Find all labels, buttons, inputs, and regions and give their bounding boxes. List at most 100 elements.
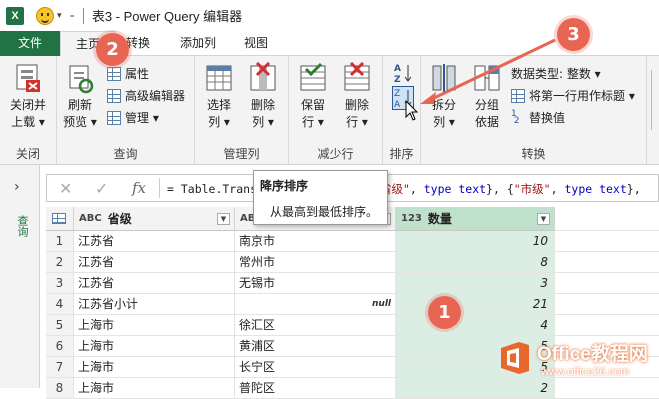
confirm-formula-icon[interactable]: ✓ <box>95 179 108 198</box>
filter-dropdown-count[interactable]: ▼ <box>537 213 550 225</box>
cell-province[interactable]: 上海市 <box>74 378 235 399</box>
group-by-button[interactable]: 分组 依据 <box>467 62 507 131</box>
sort-descending-tooltip: 降序排序 从最高到最低排序。 <box>253 170 388 225</box>
cell-province[interactable]: 江苏省小计 <box>74 294 235 315</box>
cancel-formula-icon[interactable]: ✕ <box>59 179 72 198</box>
table-row[interactable]: 1 江苏省 南京市 10 <box>46 231 659 252</box>
cell-province[interactable]: 上海市 <box>74 315 235 336</box>
cell-count[interactable]: 4 <box>396 315 555 336</box>
number-type-icon[interactable]: 123 <box>401 213 422 224</box>
split-column-icon <box>429 62 459 94</box>
keep-rows-label-2: 行 <box>302 115 315 129</box>
manage-button[interactable]: 管理 ▾ <box>107 108 159 128</box>
formula-text[interactable]: = Table.Trans "省级", type text}, {"市级", ty… <box>167 181 641 197</box>
callout-badge-2: 2 <box>96 33 129 66</box>
close-and-load-button[interactable]: 关闭并 上载 ▾ <box>5 62 51 131</box>
cell-count[interactable]: 8 <box>396 252 555 273</box>
sort-ascending-button[interactable]: AZ <box>393 62 413 85</box>
feedback-caret-icon[interactable]: ▾ <box>57 11 62 21</box>
watermark-name: Office教程网 <box>537 344 648 365</box>
row-number: 7 <box>46 357 74 378</box>
query-group-label: 查询 <box>113 147 138 161</box>
cell-province[interactable]: 江苏省 <box>74 231 235 252</box>
function-icon[interactable]: fx <box>132 179 146 197</box>
cell-city[interactable]: 常州市 <box>235 252 396 273</box>
formula-comma-1: , <box>409 182 424 196</box>
choose-columns-button[interactable]: 选择 列 ▾ <box>199 62 239 131</box>
table-corner-menu[interactable] <box>46 207 74 231</box>
tab-file[interactable]: 文件 <box>0 31 60 56</box>
first-row-headers-icon <box>511 89 525 103</box>
reduce-rows-group-label: 减少行 <box>317 147 354 161</box>
cell-city[interactable]: null <box>235 294 396 315</box>
column-name-province: 省级 <box>107 212 132 226</box>
formula-type-1: type text <box>423 182 487 196</box>
cell-province[interactable]: 上海市 <box>74 357 235 378</box>
remove-rows-label-2: 行 <box>346 115 359 129</box>
tab-add-column[interactable]: 添加列 <box>170 31 226 56</box>
sort-descending-button[interactable]: ZA <box>392 86 414 110</box>
remove-cols-label-1: 删除 <box>250 98 275 112</box>
column-header-count[interactable]: 123 数量 ▼ <box>396 207 555 231</box>
row-number: 8 <box>46 378 74 399</box>
choose-cols-label-2: 列 <box>208 115 221 129</box>
cell-city[interactable]: 黄浦区 <box>235 336 396 357</box>
manage-columns-group: 选择 列 ▾ 删除 列 ▾ 管理列 <box>195 56 289 165</box>
sort-group: AZ ZA 排序 <box>383 56 421 165</box>
cell-city[interactable]: 长宁区 <box>235 357 396 378</box>
cell-city[interactable]: 普陀区 <box>235 378 396 399</box>
excel-icon: X <box>6 6 24 25</box>
table-row[interactable]: 2 江苏省 常州市 8 <box>46 252 659 273</box>
keep-rows-button[interactable]: 保留 行 ▾ <box>293 62 333 131</box>
callout-badge-3: 3 <box>557 18 590 51</box>
empty-cell <box>555 231 659 252</box>
advanced-editor-icon <box>107 89 121 103</box>
smiley-feedback-icon[interactable] <box>36 6 54 25</box>
table-row[interactable]: 5 上海市 徐汇区 4 <box>46 315 659 336</box>
queries-pane-label[interactable]: 查询 <box>14 215 30 237</box>
split-column-button[interactable]: 拆分 列 ▾ <box>425 62 463 131</box>
cell-count[interactable]: 3 <box>396 273 555 294</box>
tab-view[interactable]: 视图 <box>236 31 276 56</box>
column-header-province[interactable]: ABC 省级 ▼ <box>74 207 235 231</box>
split-col-label-1: 拆分 <box>431 98 456 112</box>
cell-city[interactable]: 南京市 <box>235 231 396 252</box>
replace-values-icon: 1 2 <box>511 109 520 126</box>
use-first-row-button[interactable]: 将第一行用作标题 ▾ <box>511 86 635 106</box>
data-type-dropdown[interactable]: 数据类型: 整数 ▾ <box>511 64 601 84</box>
properties-button[interactable]: 属性 <box>107 64 149 84</box>
quick-access-customize-icon[interactable]: ₌ <box>70 10 75 21</box>
manage-icon <box>107 111 121 125</box>
ribbon-overflow-edge <box>651 70 659 130</box>
close-load-icon <box>13 62 43 94</box>
table-row[interactable]: 3 江苏省 无锡市 3 <box>46 273 659 294</box>
text-type-icon[interactable]: ABC <box>79 213 102 224</box>
tooltip-title: 降序排序 <box>260 179 309 193</box>
svg-text:Z: Z <box>394 75 401 84</box>
cell-province[interactable]: 江苏省 <box>74 273 235 294</box>
properties-label: 属性 <box>125 67 150 81</box>
remove-columns-button[interactable]: 删除 列 ▾ <box>243 61 283 131</box>
replace-values-button[interactable]: 1 2 替换值 <box>511 108 565 128</box>
watermark-url: www.office26.com <box>541 366 630 378</box>
cell-count[interactable]: 10 <box>396 231 555 252</box>
column-name-count: 数量 <box>427 212 452 226</box>
cell-city[interactable]: 徐汇区 <box>235 315 396 336</box>
properties-icon <box>107 67 121 81</box>
row-number: 6 <box>46 336 74 357</box>
formula-brace-1: }, { <box>486 182 514 196</box>
refresh-preview-button[interactable]: 刷新 预览 ▾ <box>61 62 99 131</box>
remove-rows-button[interactable]: 删除 行 ▾ <box>337 61 377 131</box>
filter-dropdown-province[interactable]: ▼ <box>217 213 230 225</box>
callout-badge-1: 1 <box>428 296 461 329</box>
row-number: 4 <box>46 294 74 315</box>
cell-count[interactable]: 21 <box>396 294 555 315</box>
table-row[interactable]: 4 江苏省小计 null 21 <box>46 294 659 315</box>
cell-city[interactable]: 无锡市 <box>235 273 396 294</box>
group-by-label-2: 依据 <box>474 115 499 129</box>
cell-province[interactable]: 江苏省 <box>74 252 235 273</box>
advanced-editor-button[interactable]: 高级编辑器 <box>107 86 185 106</box>
expand-pane-icon[interactable]: › <box>14 179 20 195</box>
sort-group-label: 排序 <box>389 147 414 161</box>
cell-province[interactable]: 上海市 <box>74 336 235 357</box>
